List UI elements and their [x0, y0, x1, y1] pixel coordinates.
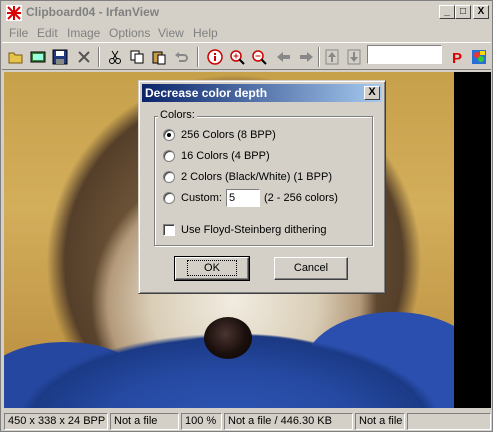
last-icon[interactable]	[344, 47, 364, 67]
menu-help[interactable]: Help	[193, 26, 218, 40]
toolbar-search-input[interactable]	[367, 45, 442, 64]
dialog-close-button[interactable]: X	[364, 86, 380, 100]
zoom-in-icon[interactable]	[227, 47, 247, 67]
save-icon[interactable]	[50, 47, 70, 67]
paint-icon[interactable]	[469, 47, 489, 67]
radio-16-colors[interactable]: 16 Colors (4 BPP)	[163, 148, 270, 164]
irfanview-app-icon	[6, 5, 22, 21]
minimize-button[interactable]: _	[439, 5, 455, 19]
status-dimensions: 450 x 338 x 24 BPP	[4, 413, 108, 430]
dithering-checkbox-row[interactable]: Use Floyd-Steinberg dithering	[163, 222, 327, 238]
cancel-button[interactable]: Cancel	[274, 257, 348, 280]
print-icon[interactable]: P	[447, 47, 467, 67]
custom-colors-input[interactable]: 5	[225, 189, 260, 207]
status-extra	[407, 413, 491, 430]
ok-button[interactable]: OK	[174, 256, 250, 281]
toolbar-separator	[197, 47, 199, 67]
radio-button[interactable]	[163, 129, 175, 141]
title-bar[interactable]: Clipboard04 - IrfanView _ □ X	[2, 2, 491, 23]
info-icon[interactable]	[205, 47, 225, 67]
maximize-button[interactable]: □	[455, 5, 471, 19]
menu-image[interactable]: Image	[67, 26, 100, 40]
cut-icon[interactable]	[105, 47, 125, 67]
radio-2-colors[interactable]: 2 Colors (Black/White) (1 BPP)	[163, 169, 332, 185]
radio-button[interactable]	[163, 171, 175, 183]
menu-view[interactable]: View	[158, 26, 184, 40]
zoom-out-icon[interactable]	[249, 47, 269, 67]
radio-label: 256 Colors (8 BPP)	[181, 129, 276, 141]
menu-bar: File Edit Image Options View Help	[2, 23, 491, 42]
toolbar-separator	[318, 47, 320, 67]
dialog-title-bar[interactable]: Decrease color depth X	[142, 84, 382, 102]
hedgehog-nose	[204, 317, 252, 359]
dithering-checkbox[interactable]	[163, 224, 175, 236]
status-file-2: Not a file	[355, 413, 405, 430]
copy-icon[interactable]	[127, 47, 147, 67]
status-file-size: Not a file / 446.30 KB	[224, 413, 353, 430]
radio-custom[interactable]: Custom: 5 (2 - 256 colors)	[163, 189, 338, 207]
window-title: Clipboard04 - IrfanView	[26, 5, 160, 19]
svg-text:P: P	[452, 50, 462, 65]
dithering-label: Use Floyd-Steinberg dithering	[181, 224, 327, 236]
next-icon[interactable]	[296, 47, 316, 67]
menu-options[interactable]: Options	[109, 26, 150, 40]
open-folder-icon[interactable]	[6, 47, 26, 67]
close-button[interactable]: X	[473, 5, 489, 19]
paste-icon[interactable]	[149, 47, 169, 67]
colors-group-label: Colors:	[158, 109, 197, 121]
menu-file[interactable]: File	[9, 26, 28, 40]
toolbar-separator	[98, 47, 100, 67]
radio-label: 2 Colors (Black/White) (1 BPP)	[181, 171, 332, 183]
delete-icon[interactable]	[74, 47, 94, 67]
irfanview-window: Clipboard04 - IrfanView _ □ X File Edit …	[0, 0, 493, 432]
radio-button[interactable]	[163, 192, 175, 204]
slideshow-icon[interactable]	[28, 47, 48, 67]
status-bar: 450 x 338 x 24 BPP Not a file 100 % Not …	[2, 411, 491, 431]
ok-button-label: OK	[187, 260, 237, 276]
radio-label: Custom:	[181, 192, 222, 204]
undo-icon[interactable]	[171, 47, 191, 67]
custom-colors-hint: (2 - 256 colors)	[263, 192, 338, 204]
decrease-color-depth-dialog: Decrease color depth X Colors: 256 Color…	[138, 80, 386, 294]
radio-256-colors[interactable]: 256 Colors (8 BPP)	[163, 127, 276, 143]
radio-label: 16 Colors (4 BPP)	[181, 150, 270, 162]
radio-button[interactable]	[163, 150, 175, 162]
previous-icon[interactable]	[274, 47, 294, 67]
dialog-title: Decrease color depth	[145, 86, 268, 100]
first-icon[interactable]	[322, 47, 342, 67]
menu-edit[interactable]: Edit	[37, 26, 58, 40]
status-file: Not a file	[110, 413, 179, 430]
status-zoom: 100 %	[181, 413, 222, 430]
